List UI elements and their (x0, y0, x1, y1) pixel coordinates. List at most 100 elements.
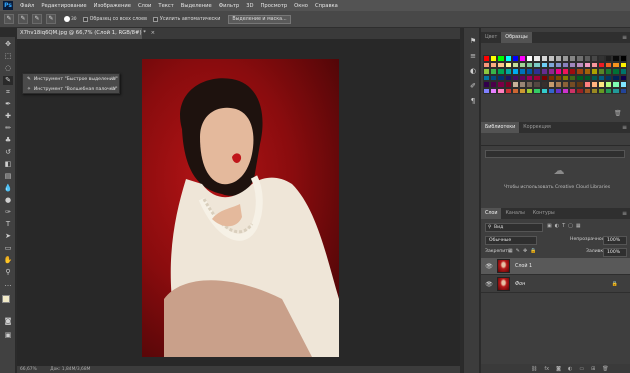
lock-all-icon[interactable]: 🔒 (530, 248, 536, 254)
menu-edit[interactable]: Редактирование (41, 3, 86, 9)
filter-adjustment-icon[interactable]: ◐ (555, 223, 559, 229)
add-selection-brush-icon[interactable]: ✎ (32, 14, 42, 24)
blur-tool-icon[interactable]: 💧 (3, 184, 13, 193)
layer-visibility-eye-icon[interactable]: 👁 (484, 281, 494, 288)
quick-selection-tool-icon[interactable]: ✎ (3, 76, 13, 85)
lock-position-icon[interactable]: ✥ (523, 248, 527, 254)
swatch[interactable] (518, 87, 527, 94)
quick-selection-preset-icon[interactable]: ✎ (4, 14, 14, 24)
delete-layer-icon[interactable]: 🗑 (602, 366, 608, 372)
swatch[interactable] (562, 87, 570, 94)
swatch[interactable] (526, 87, 534, 94)
menu-window[interactable]: Окно (294, 3, 308, 9)
lasso-tool-icon[interactable]: ◌ (3, 64, 13, 73)
quick-selection-menu-item[interactable]: ✎ Инструмент "Быстрое выделение" W (23, 74, 119, 84)
layer-name[interactable]: Слой 1 (515, 264, 532, 269)
swatches-panel-menu-icon[interactable]: ≡ (622, 32, 627, 43)
opacity-field[interactable]: 100% (603, 236, 627, 245)
swatch[interactable] (540, 87, 548, 94)
swatch[interactable] (619, 87, 627, 94)
new-selection-brush-icon[interactable]: ✎ (18, 14, 28, 24)
swatch[interactable] (598, 87, 606, 94)
menu-file[interactable]: Файл (20, 3, 34, 9)
hand-tool-icon[interactable]: ✋ (3, 256, 13, 265)
layers-panel-menu-icon[interactable]: ≡ (622, 208, 627, 219)
lock-pixels-icon[interactable]: ✎ (516, 248, 520, 254)
filter-smart-icon[interactable]: ▦ (576, 223, 581, 229)
adjustments-panel-icon[interactable]: ◐ (468, 67, 478, 76)
screen-mode-icon[interactable]: ▣ (3, 331, 13, 340)
select-and-mask-button[interactable]: Выделение и маска... (228, 14, 291, 24)
swatch[interactable] (483, 87, 491, 94)
magic-wand-menu-item[interactable]: ✧ Инструмент "Волшебная палочка" W (23, 84, 119, 94)
new-group-icon[interactable]: ▭ (579, 366, 584, 372)
layer-row-background[interactable]: 👁 Фон 🔒 (481, 276, 630, 293)
layer-name[interactable]: Фон (515, 282, 525, 287)
document-tab[interactable]: X7hv18iq6QM.jpg @ 66,7% (Слой 1, RGB/8#)… (17, 28, 155, 39)
layer-style-icon[interactable]: fx (544, 366, 549, 372)
more-tools-icon[interactable]: … (3, 280, 13, 289)
swatch[interactable] (554, 87, 563, 94)
gradient-tool-icon[interactable]: ▤ (3, 172, 13, 181)
menu-help[interactable]: Справка (315, 3, 338, 9)
zoom-tool-icon[interactable]: ⚲ (3, 268, 13, 277)
swatch[interactable] (612, 87, 620, 94)
document-image[interactable] (142, 59, 339, 357)
filter-pixel-icon[interactable]: ▣ (547, 223, 552, 229)
sample-all-layers-checkbox[interactable] (82, 16, 88, 22)
tab-adjustments[interactable]: Коррекция (519, 122, 555, 133)
eyedropper-tool-icon[interactable]: ✒ (3, 100, 13, 109)
new-layer-icon[interactable]: ⊞ (591, 366, 595, 372)
layer-row-selected[interactable]: 👁 Слой 1 (481, 258, 630, 275)
swatch[interactable] (497, 87, 505, 94)
history-brush-tool-icon[interactable]: ↺ (3, 148, 13, 157)
swatch[interactable] (511, 87, 519, 94)
tab-layers[interactable]: Слои (481, 208, 502, 219)
auto-enhance-checkbox[interactable] (152, 16, 158, 22)
layer-filter-kind[interactable]: ⚲ Вид (485, 223, 543, 232)
libraries-panel-menu-icon[interactable]: ≡ (622, 122, 627, 133)
tab-swatches[interactable]: Образцы (501, 32, 532, 43)
library-dropdown[interactable] (485, 150, 625, 158)
brush-size-picker[interactable]: 30 (64, 16, 77, 22)
pen-tool-icon[interactable]: ✑ (3, 208, 13, 217)
menu-filter[interactable]: Фильтр (219, 3, 240, 9)
properties-panel-icon[interactable]: ≡ (468, 52, 478, 61)
rectangle-tool-icon[interactable]: ▭ (3, 244, 13, 253)
healing-brush-tool-icon[interactable]: ✚ (3, 112, 13, 121)
document-close-icon[interactable]: × (151, 30, 155, 36)
filter-type-icon[interactable]: T (562, 223, 565, 229)
swatch[interactable] (605, 87, 613, 94)
swatch[interactable] (547, 87, 555, 94)
menu-view[interactable]: Просмотр (261, 3, 288, 9)
clone-stamp-tool-icon[interactable]: ♣ (3, 136, 13, 145)
blend-mode-select[interactable]: Обычные (485, 236, 537, 245)
menu-image[interactable]: Изображение (94, 3, 131, 9)
subtract-selection-brush-icon[interactable]: ✎ (46, 14, 56, 24)
swatch[interactable] (583, 87, 591, 94)
menu-select[interactable]: Выделение (181, 3, 212, 9)
swatch[interactable] (490, 87, 498, 94)
filter-shape-icon[interactable]: ▢ (568, 223, 573, 229)
tab-color[interactable]: Цвет (481, 32, 501, 43)
menu-layers[interactable]: Слои (138, 3, 151, 9)
fill-field[interactable]: 100% (603, 248, 627, 257)
crop-tool-icon[interactable]: ⌗ (3, 88, 13, 97)
marquee-tool-icon[interactable]: ⬚ (3, 52, 13, 61)
history-panel-icon[interactable]: ⚑ (468, 37, 478, 46)
delete-swatch-icon[interactable]: 🗑 (614, 110, 622, 117)
swatch[interactable] (504, 87, 512, 94)
paragraph-panel-icon[interactable]: ¶ (468, 97, 478, 106)
dodge-tool-icon[interactable]: ● (3, 196, 13, 205)
tab-libraries[interactable]: Библиотеки (481, 122, 520, 133)
tab-paths[interactable]: Контуры (529, 208, 559, 219)
quick-mask-icon[interactable]: ◙ (3, 317, 13, 326)
tab-channels[interactable]: Каналы (501, 208, 528, 219)
foreground-color-swatch[interactable] (2, 295, 10, 303)
brush-panel-icon[interactable]: ✐ (468, 82, 478, 91)
zoom-level[interactable]: 66,67% (20, 367, 37, 372)
layer-visibility-eye-icon[interactable]: 👁 (484, 263, 494, 270)
link-layers-icon[interactable]: ⛓ (531, 366, 537, 372)
add-mask-icon[interactable]: ◙ (556, 366, 561, 372)
swatch[interactable] (590, 87, 598, 94)
